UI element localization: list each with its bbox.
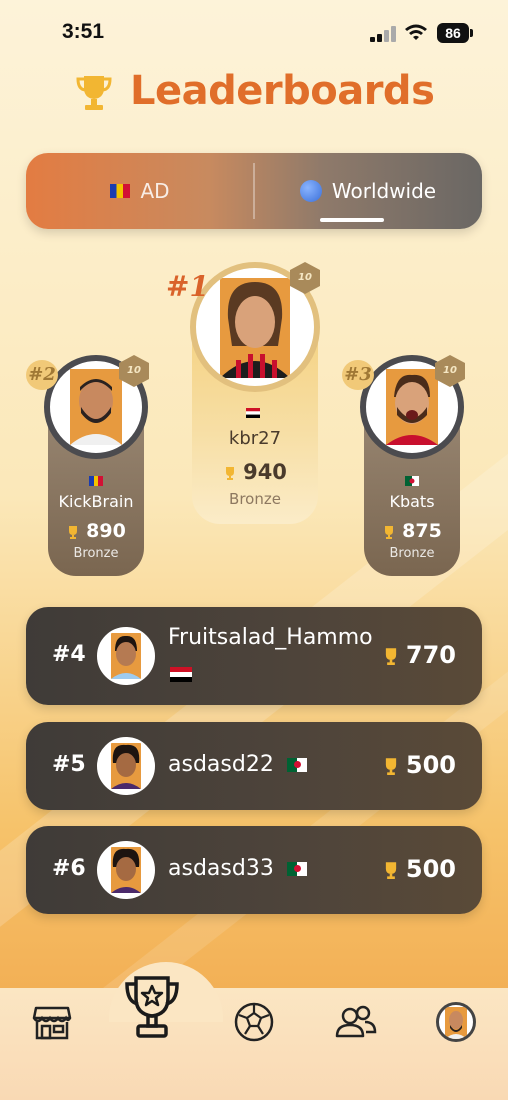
avatar	[97, 627, 155, 685]
trophy-icon	[385, 648, 397, 665]
player-score: 875	[364, 520, 460, 542]
player-name: asdasd33	[168, 856, 307, 881]
signal-icon	[370, 26, 396, 42]
player-score: 500	[382, 855, 456, 883]
flag-dz-icon	[405, 476, 419, 486]
avatar	[97, 841, 155, 899]
player-tier: Bronze	[229, 490, 281, 508]
clock: 3:51	[62, 20, 105, 43]
player-name: Kbats	[389, 492, 435, 511]
player-score: 500	[382, 751, 456, 779]
region-tabs: AD Worldwide	[26, 153, 482, 229]
tab-label: Worldwide	[331, 179, 437, 203]
store-icon[interactable]	[30, 1000, 74, 1044]
trophy-icon	[226, 467, 235, 480]
flag-eg-icon	[246, 408, 260, 418]
trophy-icon	[385, 758, 397, 775]
player-score: 940	[192, 460, 318, 484]
tab-label: AD	[140, 179, 170, 203]
avatar	[97, 737, 155, 795]
player-tier: Bronze	[73, 546, 119, 561]
row-rank: #5	[52, 752, 86, 777]
leaderboard-row[interactable]: #5 asdasd22 500	[26, 722, 482, 810]
player-score: 770	[382, 641, 456, 669]
status-bar: 3:51 86	[0, 0, 508, 60]
leaderboard-row[interactable]: #6 asdasd33 500	[26, 826, 482, 914]
trophy-icon	[69, 525, 78, 539]
trophy-icon	[76, 76, 112, 110]
rank-badge: #2	[26, 360, 58, 390]
player-tier: Bronze	[389, 546, 435, 561]
soccer-ball-icon[interactable]	[232, 1000, 276, 1044]
player-name: KickBrain	[58, 492, 134, 511]
page-header: Leaderboards	[0, 68, 508, 118]
active-tab-indicator	[320, 218, 384, 222]
row-rank: #4	[52, 642, 86, 667]
battery-level: 86	[437, 23, 469, 43]
page-title: Leaderboards	[130, 68, 435, 114]
rank-badge: #3	[342, 360, 374, 390]
player-name: kbr27	[228, 428, 282, 449]
battery-icon: 86	[437, 23, 473, 43]
friends-icon[interactable]	[334, 1000, 378, 1044]
profile-avatar[interactable]	[436, 1002, 476, 1042]
player-score: 890	[48, 520, 144, 542]
trophy-icon	[385, 862, 397, 879]
row-rank: #6	[52, 856, 86, 881]
rank-badge: #1	[166, 270, 209, 303]
trophy-icon[interactable]	[122, 972, 182, 1042]
tab-ad[interactable]: AD	[26, 153, 254, 229]
flag-ad-icon	[89, 476, 103, 486]
flag-ad-icon	[110, 184, 131, 198]
trophy-icon	[385, 525, 394, 539]
player-name: Fruitsalad_Hammo	[168, 625, 373, 650]
player-name: asdasd22	[168, 752, 307, 777]
flag-dz-icon	[286, 758, 307, 772]
flag-dz-icon	[286, 862, 307, 876]
flag-eg-icon	[170, 667, 192, 682]
globe-icon	[299, 180, 322, 202]
wifi-icon	[405, 24, 427, 40]
leaderboard-row[interactable]: #4 Fruitsalad_Hammo 770	[26, 607, 482, 705]
